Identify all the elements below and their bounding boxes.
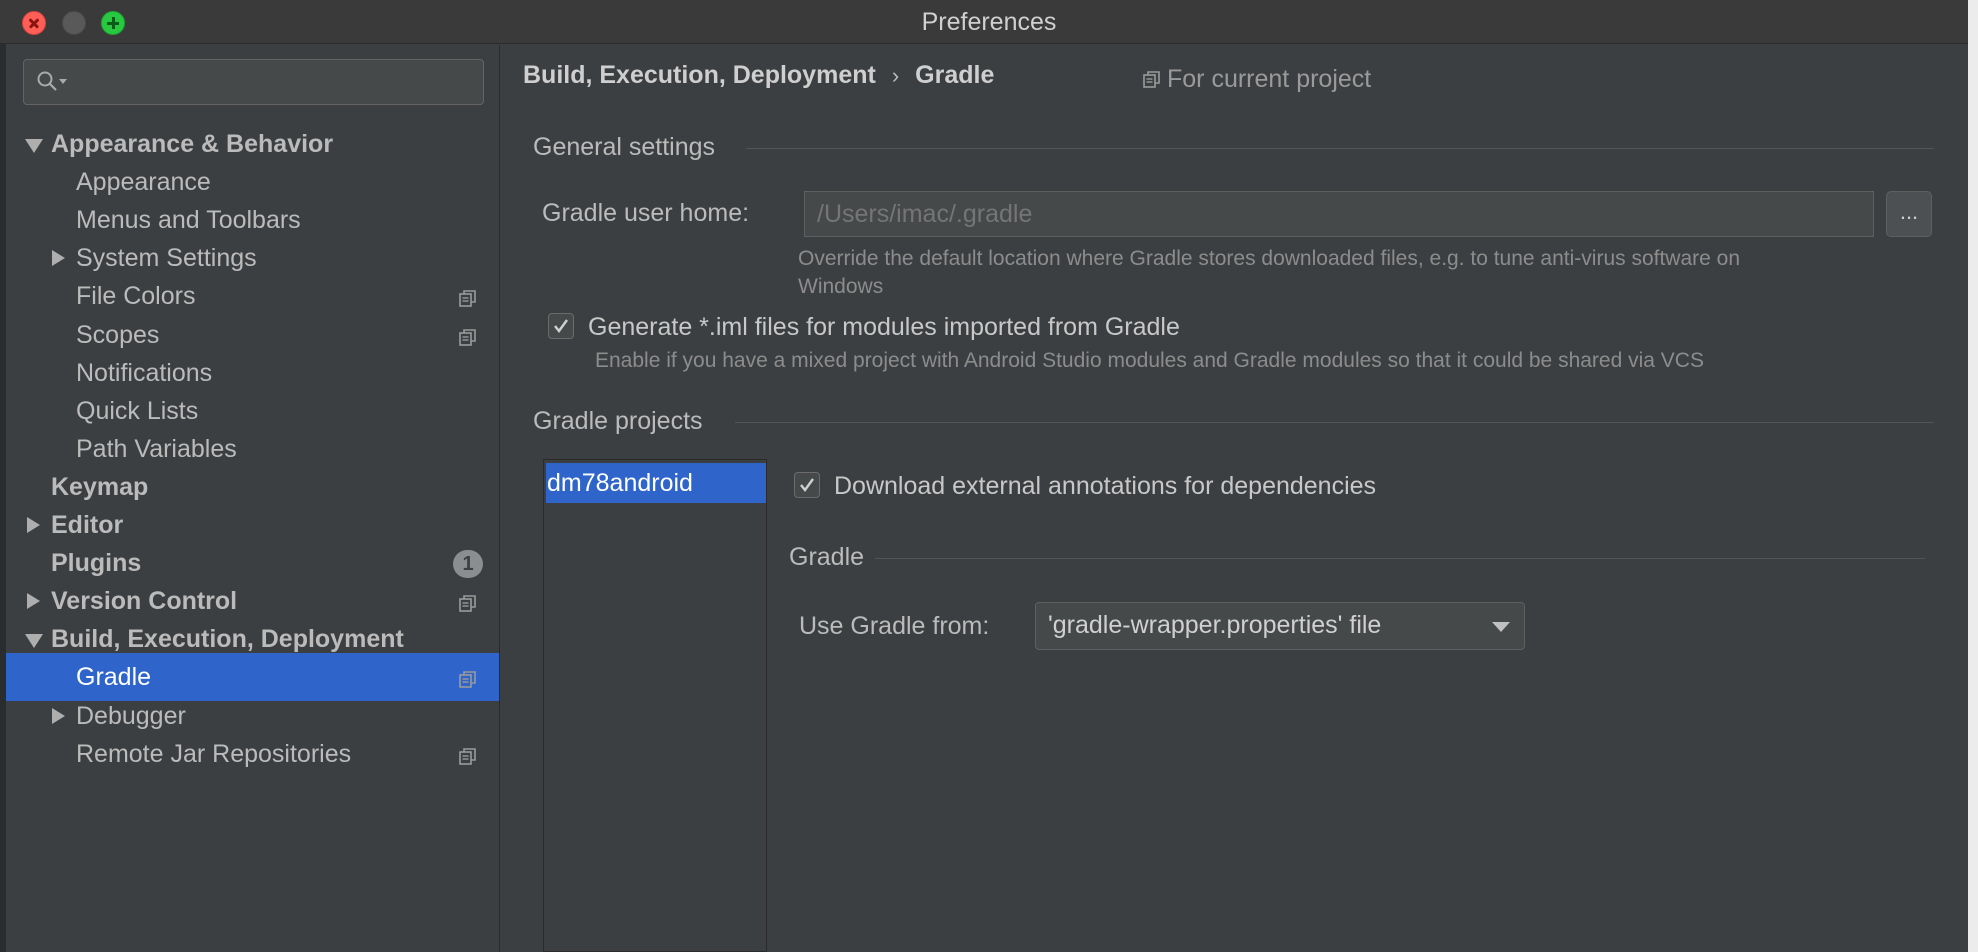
gradle-user-home-hint-line-2: Windows bbox=[798, 275, 884, 298]
gradle-project-list[interactable]: dm78android bbox=[543, 459, 767, 952]
gradle-user-home-input[interactable] bbox=[817, 198, 1832, 230]
gradle-user-home-hint-line-1: Override the default location where Grad… bbox=[798, 247, 1741, 270]
sidebar-item-label: Keymap bbox=[51, 472, 149, 501]
desktop-background-edge bbox=[1968, 0, 1978, 952]
sidebar-item-label: Path Variables bbox=[76, 434, 237, 463]
project-scope-note: For current project bbox=[1143, 65, 1371, 94]
plugins-update-badge: 1 bbox=[453, 550, 483, 579]
gradle-section-divider bbox=[875, 558, 1925, 559]
project-scope-icon bbox=[1143, 71, 1160, 88]
sidebar-item-remote-jar-repositories[interactable]: Remote Jar Repositories bbox=[6, 730, 499, 778]
checkmark-icon bbox=[554, 319, 568, 333]
title-bar: Preferences bbox=[0, 0, 1978, 44]
settings-search-input[interactable] bbox=[70, 66, 470, 98]
gradle-section-title: Gradle bbox=[789, 543, 865, 571]
project-scope-label: For current project bbox=[1167, 65, 1372, 93]
collapsed-arrow-icon[interactable] bbox=[27, 517, 40, 533]
expanded-arrow-icon[interactable] bbox=[25, 634, 43, 649]
sidebar-item-label: Editor bbox=[51, 511, 124, 539]
use-gradle-from-label: Use Gradle from: bbox=[799, 612, 990, 640]
search-icon bbox=[37, 71, 57, 91]
checkmark-icon bbox=[800, 478, 814, 492]
sidebar-item-label: Appearance bbox=[76, 168, 211, 197]
settings-search-box[interactable] bbox=[23, 59, 484, 105]
download-annotations-checkbox[interactable] bbox=[794, 472, 820, 498]
use-gradle-from-select[interactable]: 'gradle-wrapper.properties' file bbox=[1035, 602, 1525, 650]
settings-content-panel: Build, Execution, Deployment › Gradle For … bbox=[501, 45, 1978, 952]
sidebar-item-label: Scopes bbox=[76, 320, 160, 349]
sidebar-item-label: Menus and Toolbars bbox=[76, 206, 301, 235]
project-scope-icon bbox=[459, 325, 479, 346]
gradle-user-home-label: Gradle user home: bbox=[542, 199, 750, 227]
sidebar-item-label: System Settings bbox=[76, 244, 257, 273]
breadcrumb: Build, Execution, Deployment › Gradle bbox=[523, 61, 994, 90]
download-annotations-label[interactable]: Download external annotations for depend… bbox=[834, 472, 1376, 501]
gradle-user-home-field[interactable] bbox=[804, 191, 1874, 237]
gradle-projects-title: Gradle projects bbox=[533, 407, 703, 435]
expanded-arrow-icon[interactable] bbox=[25, 139, 43, 153]
collapsed-arrow-icon[interactable] bbox=[27, 593, 40, 610]
gradle-projects-divider bbox=[735, 422, 1934, 423]
sidebar-item-label: Appearance & Behavior bbox=[51, 130, 334, 158]
project-list-item[interactable]: dm78android bbox=[546, 463, 766, 503]
chevron-down-icon bbox=[1492, 622, 1510, 632]
generate-iml-label[interactable]: Generate *.iml files for modules importe… bbox=[588, 313, 1180, 342]
sidebar-item-label: Version Control bbox=[51, 587, 238, 616]
browse-gradle-home-button[interactable]: ... bbox=[1886, 191, 1932, 237]
generate-iml-hint: Enable if you have a mixed project with … bbox=[595, 349, 1704, 372]
sidebar-item-label: Debugger bbox=[76, 701, 186, 730]
search-options-chevron-icon[interactable] bbox=[59, 79, 67, 84]
collapsed-arrow-icon[interactable] bbox=[52, 250, 65, 267]
sidebar-item-label: Notifications bbox=[76, 358, 213, 387]
sidebar-item-label: Remote Jar Repositories bbox=[76, 739, 352, 768]
use-gradle-from-value: 'gradle-wrapper.properties' file bbox=[1048, 611, 1382, 639]
breadcrumb-parent[interactable]: Build, Execution, Deployment bbox=[523, 61, 876, 89]
sidebar-item-label: Plugins bbox=[51, 549, 142, 578]
breadcrumb-separator: › bbox=[891, 63, 900, 88]
project-scope-icon bbox=[459, 744, 479, 765]
sidebar-item-label: Quick Lists bbox=[76, 396, 199, 425]
collapsed-arrow-icon[interactable] bbox=[52, 707, 65, 724]
general-settings-divider bbox=[746, 148, 1934, 149]
settings-sidebar: Appearance & Behavior Appearance Menus and… bbox=[6, 45, 500, 952]
generate-iml-checkbox[interactable] bbox=[548, 313, 574, 339]
sidebar-item-label: File Colors bbox=[76, 282, 196, 311]
project-scope-icon bbox=[459, 286, 479, 308]
breadcrumb-current: Gradle bbox=[915, 61, 995, 89]
gradle-user-home-hint: Override the default location where Grad… bbox=[798, 245, 1898, 301]
preferences-window: Preferences Appearance & Behavior Appeara… bbox=[0, 0, 1978, 952]
general-settings-title: General settings bbox=[533, 133, 716, 161]
window-title: Preferences bbox=[921, 8, 1057, 36]
project-scope-icon bbox=[459, 591, 479, 612]
sidebar-item-label: Build, Execution, Deployment bbox=[51, 625, 404, 654]
sidebar-item-label: Gradle bbox=[76, 663, 152, 692]
project-scope-icon bbox=[459, 667, 479, 689]
